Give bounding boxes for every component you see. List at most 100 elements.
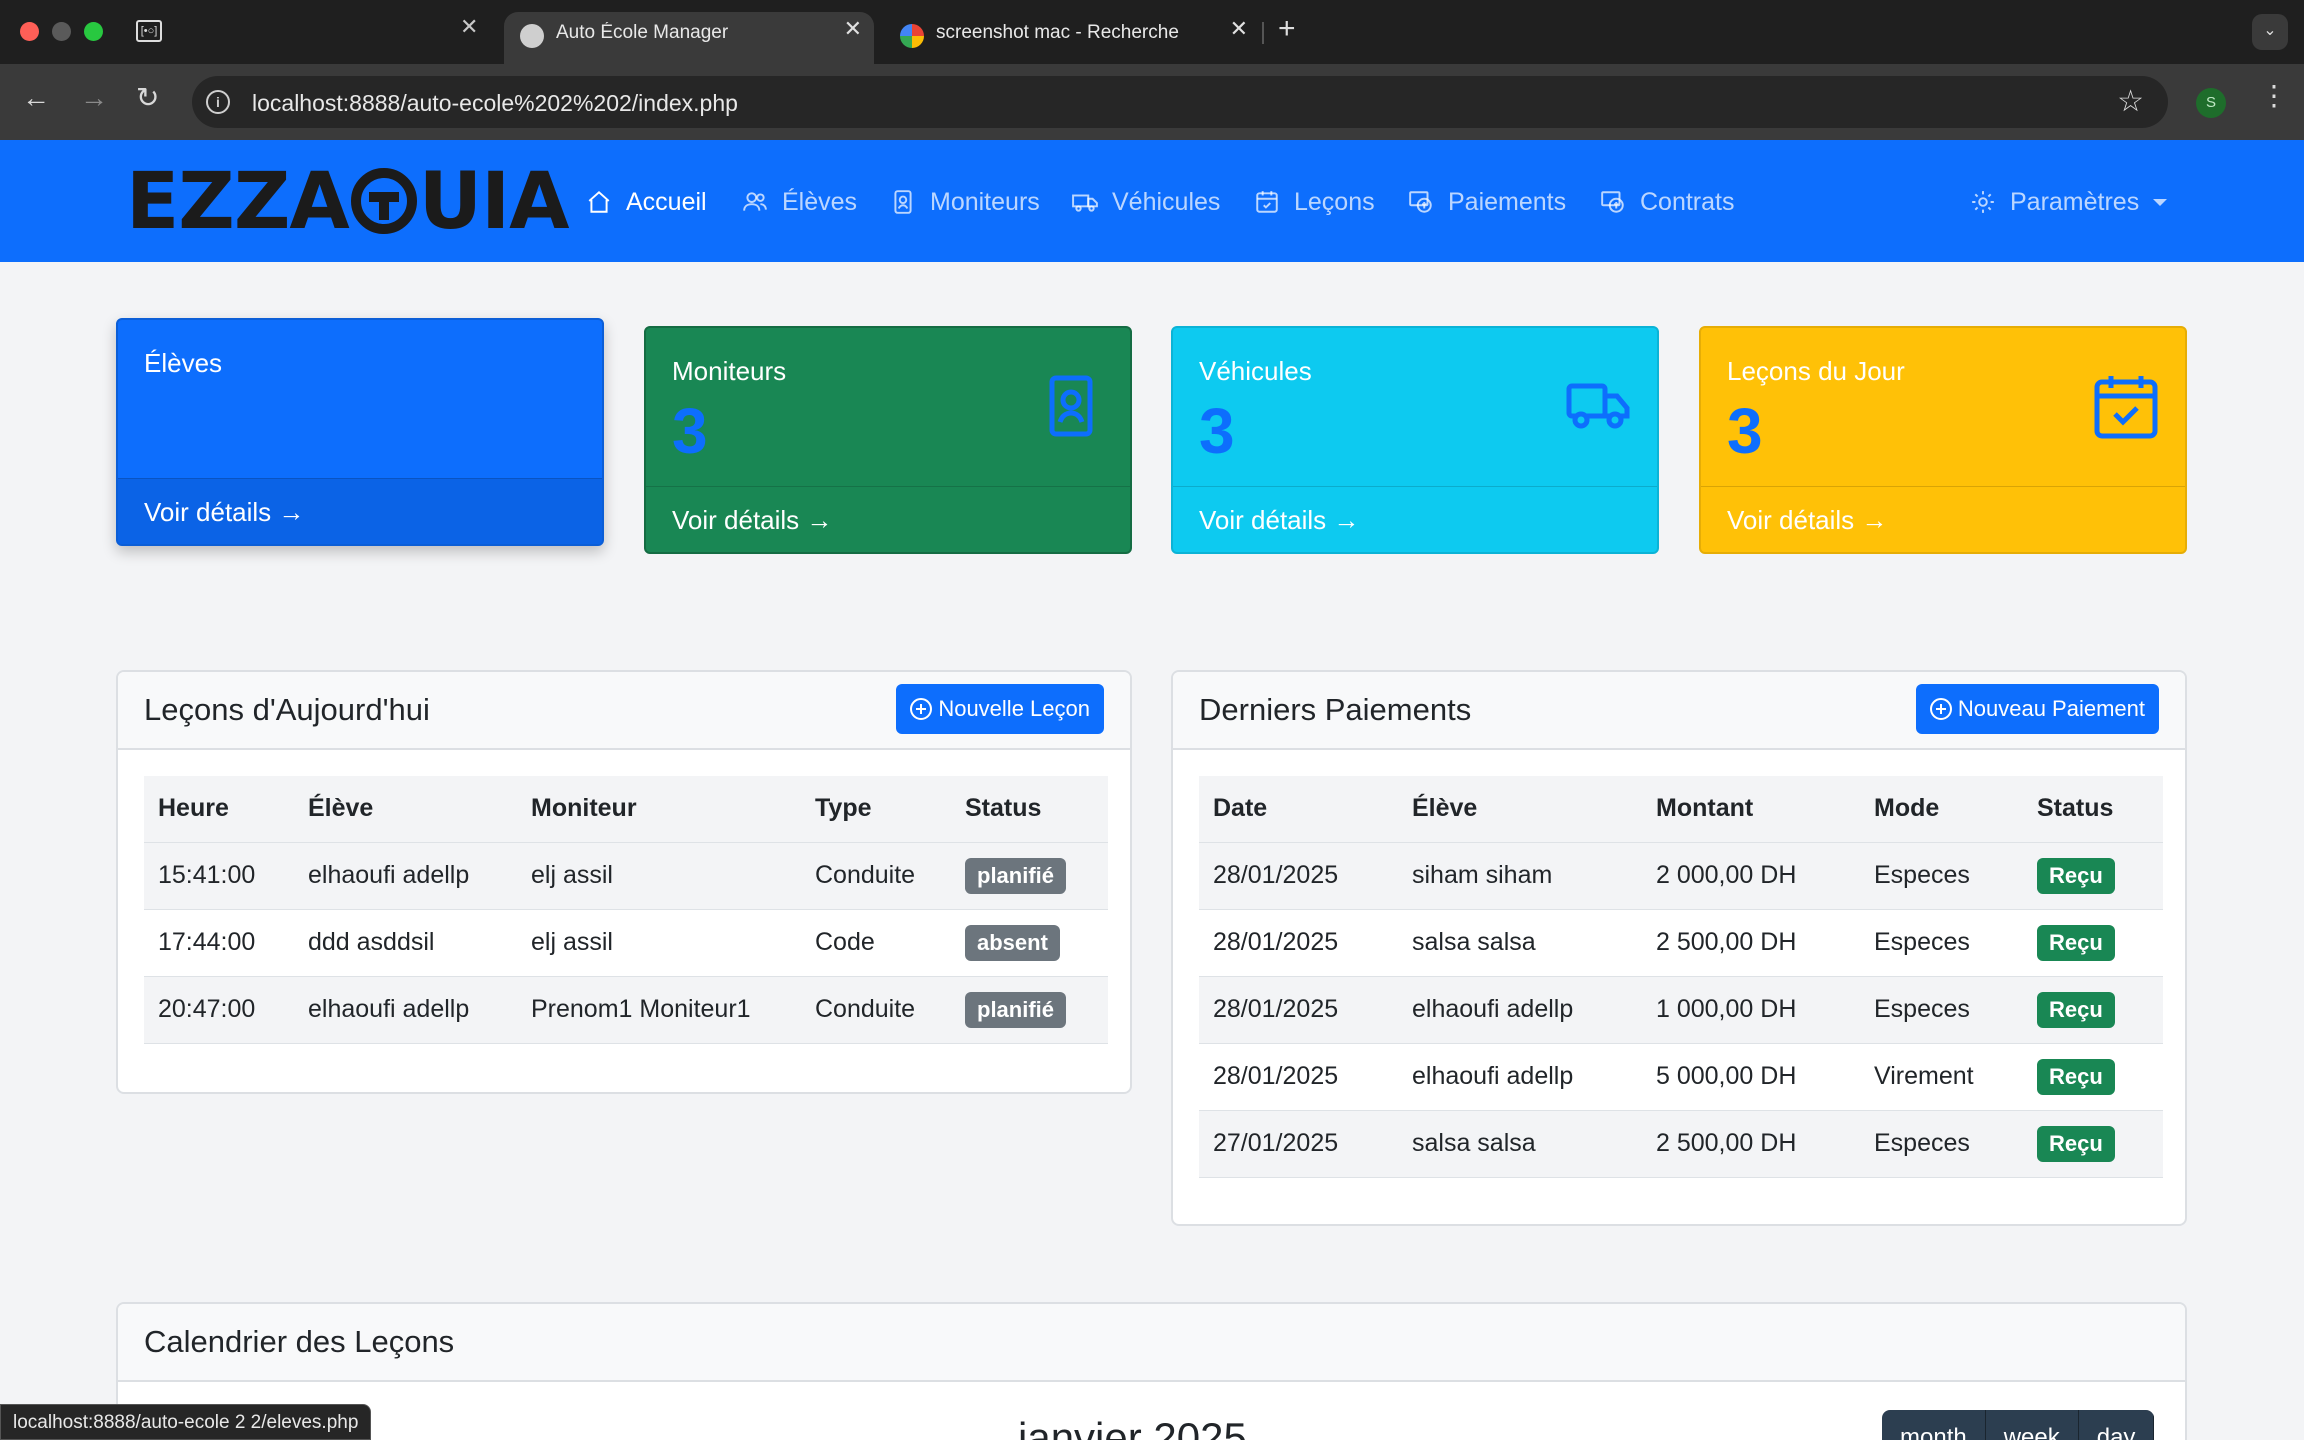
- card-title: Élèves: [144, 348, 223, 378]
- column-header[interactable]: Status: [2023, 776, 2163, 842]
- card-count: 3: [672, 395, 708, 467]
- column-header[interactable]: Montant: [1642, 776, 1860, 842]
- nav-item-lecons[interactable]: Leçons: [1254, 184, 1375, 220]
- lessons-table: Heure Élève Moniteur Type Status 15:41:0…: [144, 776, 1108, 1044]
- close-tab-icon[interactable]: ✕: [460, 16, 478, 38]
- calendar-check-icon: [2093, 374, 2159, 440]
- chevron-down-icon: [2153, 198, 2168, 206]
- calendar-month-title: janvier 2025: [1018, 1414, 1247, 1440]
- latest-payments-panel: Derniers Paiements Nouveau Paiement Date…: [1171, 670, 2187, 1226]
- nav-item-moniteurs[interactable]: Moniteurs: [890, 184, 1040, 220]
- panel-header: Derniers Paiements Nouveau Paiement: [1173, 672, 2185, 750]
- status-badge: Reçu: [2037, 1125, 2115, 1162]
- table-row[interactable]: 28/01/2025 siham siham 2 000,00 DH Espec…: [1199, 841, 2163, 909]
- new-payment-button[interactable]: Nouveau Paiement: [1915, 684, 2159, 734]
- card-footer-link[interactable]: Voir détails →: [1173, 486, 1657, 552]
- close-tab-icon[interactable]: ✕: [1230, 16, 1248, 42]
- column-header[interactable]: Élève: [1398, 776, 1642, 842]
- address-bar[interactable]: i localhost:8888/auto-ecole%202%202/inde…: [192, 76, 2168, 128]
- browser-menu-icon[interactable]: ⋮: [2260, 82, 2288, 110]
- card-footer-link[interactable]: Voir détails →: [646, 486, 1130, 552]
- card-footer-link[interactable]: Voir détails →: [118, 478, 602, 544]
- tab-title: Auto École Manager: [556, 22, 729, 43]
- truck-icon: [1072, 189, 1098, 215]
- reload-icon[interactable]: ↻: [136, 84, 159, 112]
- table-row[interactable]: 15:41:00 elhaoufi adellp elj assil Condu…: [144, 841, 1108, 909]
- link-status-bar: localhost:8888/auto-ecole 2 2/eleves.php: [0, 1404, 372, 1440]
- app-navbar: EZZA UIA Accueil Élèves Moniteurs Véhicul…: [0, 140, 2304, 262]
- nav-settings-dropdown[interactable]: Paramètres: [1970, 184, 2168, 220]
- cash-icon: [1408, 189, 1434, 215]
- table-row[interactable]: 27/01/2025 salsa salsa 2 500,00 DH Espec…: [1199, 1109, 2163, 1178]
- stat-card-vehicules[interactable]: Véhicules 3 Voir détails →: [1171, 326, 1659, 554]
- view-month-button[interactable]: month: [1882, 1410, 1986, 1440]
- stat-card-moniteurs[interactable]: Moniteurs 3 Voir détails →: [644, 326, 1132, 554]
- nav-item-paiements[interactable]: Paiements: [1408, 184, 1566, 220]
- brand-logo[interactable]: EZZA UIA: [126, 162, 569, 242]
- nav-item-accueil[interactable]: Accueil: [586, 184, 707, 220]
- column-header[interactable]: Élève: [294, 776, 517, 842]
- view-day-button[interactable]: day: [2078, 1410, 2155, 1440]
- browser-tab-active[interactable]: Auto École Manager ✕: [504, 12, 874, 64]
- close-tab-icon[interactable]: ✕: [844, 16, 862, 42]
- todays-lessons-panel: Leçons d'Aujourd'hui Nouvelle Leçon Heur…: [116, 670, 1132, 1094]
- card-title: Leçons du Jour: [1727, 356, 1905, 386]
- close-window-button[interactable]: [20, 22, 39, 41]
- status-badge: absent: [965, 924, 1060, 961]
- tab-title: screenshot mac - Recherche: [936, 22, 1179, 43]
- plus-circle-icon: [1929, 698, 1952, 720]
- badge-icon: [1038, 374, 1104, 440]
- badge-icon: [890, 189, 916, 215]
- nav-item-vehicules[interactable]: Véhicules: [1072, 184, 1220, 220]
- status-badge: Reçu: [2037, 924, 2115, 961]
- maximize-window-button[interactable]: [84, 22, 103, 41]
- nav-item-eleves[interactable]: Élèves: [742, 184, 857, 220]
- logo-text-left: EZZA: [126, 157, 350, 247]
- column-header[interactable]: Date: [1199, 776, 1398, 842]
- bookmark-star-icon[interactable]: ☆: [2117, 84, 2144, 119]
- panel-header: Leçons d'Aujourd'hui Nouvelle Leçon: [118, 672, 1130, 750]
- view-week-button[interactable]: week: [1985, 1410, 2079, 1440]
- card-count: 3: [1727, 395, 1763, 467]
- card-count: 3: [1199, 395, 1235, 467]
- plus-circle-icon: [910, 698, 933, 720]
- url-text[interactable]: localhost:8888/auto-ecole%202%202/index.…: [252, 90, 738, 117]
- minimize-window-button[interactable]: [52, 22, 71, 41]
- column-header[interactable]: Mode: [1860, 776, 2023, 842]
- tab-separator: [1262, 22, 1264, 44]
- table-row[interactable]: 20:47:00 elhaoufi adellp Prenom1 Moniteu…: [144, 975, 1108, 1044]
- status-badge: Reçu: [2037, 1058, 2115, 1095]
- table-row[interactable]: 28/01/2025 elhaoufi adellp 5 000,00 DH V…: [1199, 1042, 2163, 1110]
- payments-table: Date Élève Montant Mode Status 28/01/202…: [1199, 776, 2163, 1178]
- site-info-icon[interactable]: i: [206, 90, 230, 114]
- column-header[interactable]: Heure: [144, 776, 294, 842]
- back-arrow-icon[interactable]: ←: [22, 84, 50, 112]
- gear-icon: [1970, 189, 1996, 215]
- tab-search-chevron-icon[interactable]: ⌄: [2252, 14, 2288, 50]
- new-tab-icon[interactable]: +: [1278, 12, 1296, 46]
- stat-card-eleves[interactable]: Élèves Voir détails →: [116, 318, 604, 546]
- stat-card-lecons-du-jour[interactable]: Leçons du Jour 3 Voir détails →: [1699, 326, 2187, 554]
- forward-arrow-icon[interactable]: →: [80, 84, 108, 112]
- table-row[interactable]: 28/01/2025 salsa salsa 2 500,00 DH Espec…: [1199, 908, 2163, 976]
- table-row[interactable]: 17:44:00 ddd asddsil elj assil Code abse…: [144, 908, 1108, 976]
- browser-tab[interactable]: screenshot mac - Recherche ✕: [884, 12, 1260, 64]
- lessons-calendar-panel: Calendrier des Leçons janvier 2025 month…: [116, 1302, 2187, 1440]
- home-icon: [586, 189, 612, 215]
- card-footer-link[interactable]: Voir détails →: [1701, 486, 2185, 552]
- column-header[interactable]: Status: [951, 776, 1108, 842]
- pinned-tab-icon[interactable]: [•○]: [136, 20, 162, 42]
- new-lesson-button[interactable]: Nouvelle Leçon: [896, 684, 1104, 734]
- profile-avatar[interactable]: S: [2196, 88, 2226, 118]
- table-row[interactable]: 28/01/2025 elhaoufi adellp 1 000,00 DH E…: [1199, 975, 2163, 1043]
- panel-title: Derniers Paiements: [1199, 692, 1472, 727]
- column-header[interactable]: Moniteur: [517, 776, 801, 842]
- people-icon: [742, 189, 768, 215]
- panel-title: Calendrier des Leçons: [144, 1324, 455, 1359]
- status-badge: Reçu: [2037, 857, 2115, 894]
- panel-title: Leçons d'Aujourd'hui: [144, 692, 430, 727]
- calendar-check-icon: [1254, 189, 1280, 215]
- nav-item-contrats[interactable]: Contrats: [1600, 184, 1734, 220]
- status-badge: planifié: [965, 991, 1067, 1028]
- column-header[interactable]: Type: [801, 776, 951, 842]
